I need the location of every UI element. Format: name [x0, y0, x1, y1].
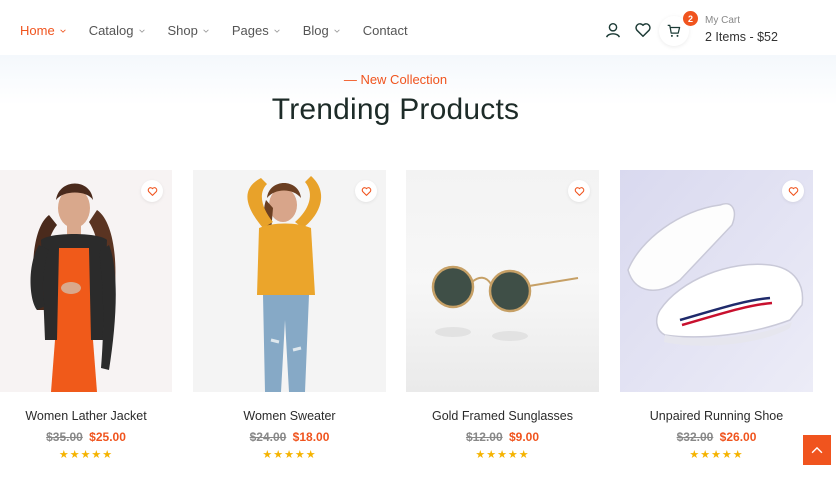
current-price: $18.00 — [292, 430, 330, 444]
product-name[interactable]: Gold Framed Sunglasses — [406, 409, 599, 423]
product-image[interactable] — [620, 170, 813, 392]
heart-icon — [361, 186, 371, 196]
old-price: $32.00 — [676, 430, 714, 444]
heart-icon[interactable] — [634, 21, 652, 39]
product-name[interactable]: Women Sweater — [193, 409, 386, 423]
cart-count-badge: 2 — [683, 11, 698, 26]
product-image[interactable] — [193, 170, 386, 392]
chevron-down-icon — [138, 29, 145, 33]
nav-item-contact[interactable]: Contact — [363, 23, 408, 38]
product-name[interactable]: Unpaired Running Shoe — [620, 409, 813, 423]
product-price: $35.00 $25.00 — [0, 430, 172, 444]
wishlist-button[interactable] — [355, 180, 377, 202]
heart-icon — [788, 186, 798, 196]
chevron-down-icon — [274, 29, 280, 33]
cart-info[interactable]: My Cart 2 Items - $52 — [705, 15, 778, 44]
product-photo-shoes — [620, 170, 813, 392]
section-title: Trending Products — [271, 93, 520, 126]
product-photo-jacket — [0, 170, 172, 392]
nav-item-label: Blog — [302, 23, 329, 38]
product-price: $12.00 $9.00 — [406, 430, 599, 444]
chevron-up-icon — [811, 446, 823, 454]
product-card[interactable]: Women Sweater $24.00 $18.00 ★★★★★ — [193, 170, 386, 461]
chevron-down-icon — [334, 29, 340, 33]
old-price: $12.00 — [465, 430, 503, 444]
nav-item-label: Home — [20, 23, 55, 38]
wishlist-button[interactable] — [782, 180, 804, 202]
nav-item-shop[interactable]: Shop — [168, 23, 210, 38]
site-header: Home Catalog Shop Pages Blog Contact 2 M… — [0, 0, 836, 60]
rating-stars: ★★★★★ — [475, 449, 530, 461]
product-card[interactable]: Women Lather Jacket $35.00 $25.00 ★★★★★ — [0, 170, 172, 461]
product-photo-sweater — [193, 170, 386, 392]
chevron-down-icon — [60, 29, 66, 33]
old-price: $35.00 — [46, 430, 83, 444]
product-image[interactable] — [406, 170, 599, 392]
cart-label: My Cart — [705, 15, 740, 26]
product-image[interactable] — [0, 170, 172, 392]
nav-item-pages[interactable]: Pages — [232, 23, 281, 38]
current-price: $25.00 — [89, 430, 126, 444]
nav-item-home[interactable]: Home — [20, 23, 67, 38]
header-actions — [604, 21, 665, 39]
product-price: $24.00 $18.00 — [193, 430, 386, 444]
current-price: $26.00 — [719, 430, 757, 444]
nav-item-catalog[interactable]: Catalog — [89, 23, 146, 38]
nav-item-label: Shop — [167, 23, 198, 38]
product-price: $32.00 $26.00 — [620, 430, 813, 444]
section-eyebrow: — New Collection — [343, 72, 448, 87]
product-photo-sunglasses — [406, 170, 599, 392]
nav-item-label: Contact — [362, 23, 408, 38]
cart-summary: 2 Items - $52 — [705, 30, 778, 44]
product-card[interactable]: Gold Framed Sunglasses $12.00 $9.00 ★★★★… — [406, 170, 599, 461]
scroll-to-top-button[interactable] — [803, 435, 831, 465]
product-name[interactable]: Women Lather Jacket — [0, 409, 172, 423]
nav-item-label: Pages — [231, 23, 269, 38]
chevron-down-icon — [203, 29, 209, 33]
main-nav: Home Catalog Shop Pages Blog Contact — [20, 23, 430, 38]
current-price: $9.00 — [509, 430, 540, 444]
rating-stars: ★★★★★ — [262, 449, 317, 461]
heart-icon — [574, 186, 584, 196]
rating-stars: ★★★★★ — [689, 449, 744, 461]
nav-item-blog[interactable]: Blog — [303, 23, 341, 38]
nav-item-label: Catalog — [88, 23, 134, 38]
wishlist-button[interactable] — [141, 180, 163, 202]
product-card[interactable]: Unpaired Running Shoe $32.00 $26.00 ★★★★… — [620, 170, 813, 461]
old-price: $24.00 — [249, 430, 287, 444]
rating-stars: ★★★★★ — [58, 449, 114, 461]
cart-icon — [667, 24, 681, 37]
heart-icon — [147, 186, 157, 196]
user-icon[interactable] — [604, 21, 622, 39]
wishlist-button[interactable] — [568, 180, 590, 202]
